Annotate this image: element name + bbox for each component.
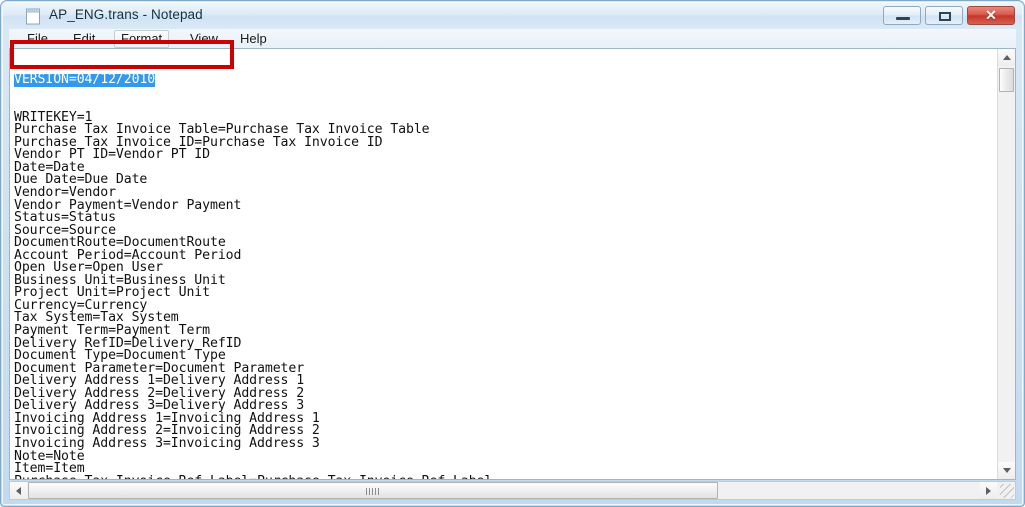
chevron-left-icon xyxy=(16,487,21,495)
scroll-down-button[interactable] xyxy=(998,462,1015,479)
scroll-up-button[interactable] xyxy=(998,49,1015,66)
selected-line-row: VERSION=04/12/2010 xyxy=(14,73,989,87)
chevron-up-icon xyxy=(1003,55,1011,60)
minimize-button[interactable] xyxy=(883,6,921,25)
document-line: Note=Note xyxy=(14,448,85,464)
document-lines: WRITEKEY=1 Purchase Tax Invoice Table=Pur… xyxy=(14,111,989,479)
document-line: Vendor Payment=Vendor Payment xyxy=(14,197,242,213)
document-line: Project Unit=Project Unit xyxy=(14,285,210,301)
chevron-right-icon xyxy=(986,487,991,495)
title-bar[interactable]: AP_ENG.trans - Notepad ✕ xyxy=(3,3,1022,29)
menu-item-edit[interactable]: Edit xyxy=(67,30,101,48)
scroll-left-button[interactable] xyxy=(10,482,27,499)
document-line: Date=Date xyxy=(14,159,85,175)
text-editor-area[interactable]: VERSION=04/12/2010 WRITEKEY=1 Purchase Ta… xyxy=(9,48,1016,480)
document-text[interactable]: VERSION=04/12/2010 WRITEKEY=1 Purchase Ta… xyxy=(14,49,989,479)
window-title: AP_ENG.trans - Notepad xyxy=(49,7,203,22)
horizontal-scrollbar[interactable] xyxy=(9,481,1016,500)
vertical-scrollbar[interactable] xyxy=(997,49,1015,479)
menu-item-help[interactable]: Help xyxy=(234,30,273,48)
document-line: Invoicing Address 3=Invoicing Address 3 xyxy=(14,435,320,451)
document-line: Due Date=Due Date xyxy=(14,172,148,188)
menu-item-view[interactable]: View xyxy=(184,30,224,48)
scroll-grip-icon xyxy=(366,488,380,495)
menu-bar: File Edit Format View Help xyxy=(9,29,1016,49)
vertical-scroll-thumb[interactable] xyxy=(999,68,1014,92)
notepad-window: AP_ENG.trans - Notepad ✕ File Edit Forma… xyxy=(0,0,1025,507)
horizontal-scroll-thumb[interactable] xyxy=(28,482,718,499)
close-button[interactable]: ✕ xyxy=(967,6,1015,25)
menu-item-file[interactable]: File xyxy=(21,30,54,48)
window-resize-grip[interactable] xyxy=(1000,484,1014,498)
menu-item-format[interactable]: Format xyxy=(114,30,170,48)
scroll-right-button[interactable] xyxy=(980,482,997,499)
document-line: Status=Status xyxy=(14,210,116,226)
maximize-icon xyxy=(939,12,951,21)
close-icon: ✕ xyxy=(985,7,997,23)
selected-line-text[interactable]: VERSION=04/12/2010 xyxy=(14,73,155,87)
document-line: Purchase Tax Invoice Ref Label=Purchase … xyxy=(14,475,989,479)
notepad-icon xyxy=(26,8,40,25)
minimize-icon xyxy=(896,17,910,20)
document-line: Vendor PT ID=Vendor PT ID xyxy=(14,147,210,163)
chevron-down-icon xyxy=(1003,468,1011,473)
maximize-button[interactable] xyxy=(925,6,963,25)
